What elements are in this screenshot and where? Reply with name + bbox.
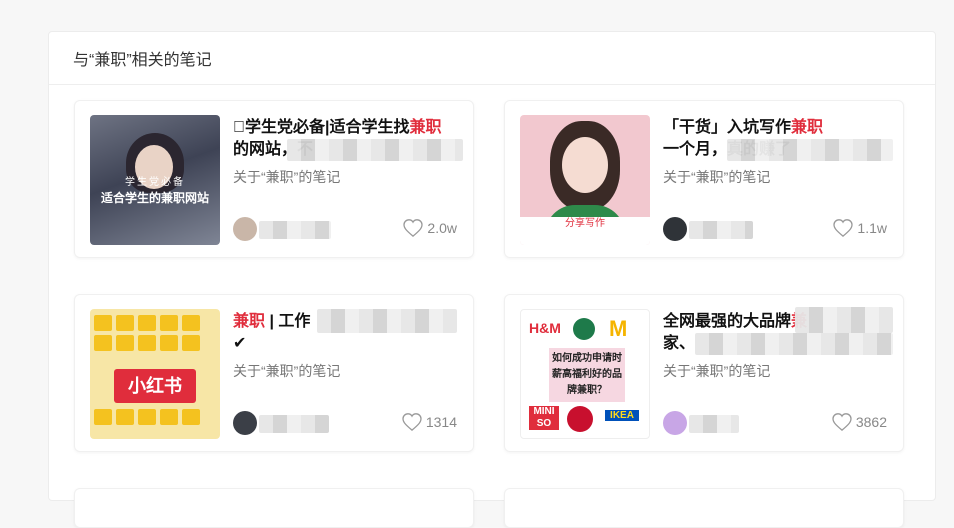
blurred-text — [287, 139, 463, 161]
blurred-username — [689, 415, 739, 433]
xiaohongshu-logo: 小红书 — [114, 369, 196, 403]
note-thumbnail[interactable]: H&M M 如何成功申请时薪高福利好的品牌兼职？ MINI SO IKEA — [520, 309, 650, 439]
starbucks-logo — [573, 318, 595, 340]
like-count[interactable]: 3862 — [832, 413, 887, 431]
related-notes-panel: 与“兼职”相关的笔记 学生党必备 适合学生的兼职网站 􏰀学生党必备|适合学生找兼… — [48, 31, 936, 528]
thumb-text: 适合学生的兼职网站 — [100, 191, 209, 205]
mcdonalds-logo: M — [609, 316, 628, 341]
blurred-username — [259, 415, 329, 433]
avatar[interactable] — [233, 411, 257, 435]
brand-logo: MINI SO — [529, 406, 559, 430]
note-subtitle: 关于“兼职”的笔记 — [663, 169, 771, 185]
note-thumbnail[interactable]: 学生党必备 适合学生的兼职网站 — [90, 115, 220, 245]
avatar[interactable] — [233, 217, 257, 241]
thumb-text: 学生党必备 — [125, 177, 185, 188]
blurred-text — [727, 139, 893, 161]
note-card[interactable]: H&M M 如何成功申请时薪高福利好的品牌兼职？ MINI SO IKEA 全网… — [504, 294, 904, 452]
note-subtitle: 关于“兼职”的笔记 — [233, 169, 341, 185]
brand-logo: IKEA — [605, 410, 639, 421]
heart-outline-icon — [833, 219, 854, 237]
blurred-text — [695, 333, 893, 355]
heart-outline-icon — [403, 219, 424, 237]
avatar[interactable] — [663, 217, 687, 241]
avatar[interactable] — [663, 411, 687, 435]
thumb-text: 分享写作 — [520, 217, 650, 245]
like-count[interactable]: 2.0w — [403, 219, 457, 237]
note-subtitle: 关于“兼职”的笔记 — [233, 363, 341, 379]
note-card-partial[interactable] — [74, 488, 474, 528]
blurred-text — [317, 309, 457, 333]
thumb-text: 如何成功申请时薪高福利好的品牌兼职？ — [549, 348, 625, 402]
note-subtitle: 关于“兼职”的笔记 — [663, 363, 771, 379]
heart-outline-icon — [402, 413, 422, 431]
blurred-username — [689, 221, 753, 239]
blurred-text — [795, 307, 893, 333]
note-card[interactable]: 小红书 兼职 | 工作 ✔ 关于“兼职”的笔记 1314 — [74, 294, 474, 452]
like-count[interactable]: 1.1w — [833, 219, 887, 237]
brand-logo: H&M — [529, 320, 561, 336]
note-card[interactable]: 学生党必备 适合学生的兼职网站 􏰀学生党必备|适合学生找兼职 的网站，不 关于“… — [74, 100, 474, 258]
note-thumbnail[interactable]: 分享写作 — [520, 115, 650, 245]
heart-outline-icon — [832, 413, 852, 431]
blurred-username — [259, 221, 331, 239]
note-card[interactable]: 分享写作 「干货」入坑写作兼职 一个月，真的赚了 关于“兼职”的笔记 1.1w — [504, 100, 904, 258]
note-card-partial[interactable] — [504, 488, 904, 528]
kfc-logo — [567, 406, 593, 432]
panel-title: 与“兼职”相关的笔记 — [49, 32, 935, 85]
like-count[interactable]: 1314 — [402, 413, 457, 431]
note-thumbnail[interactable]: 小红书 — [90, 309, 220, 439]
